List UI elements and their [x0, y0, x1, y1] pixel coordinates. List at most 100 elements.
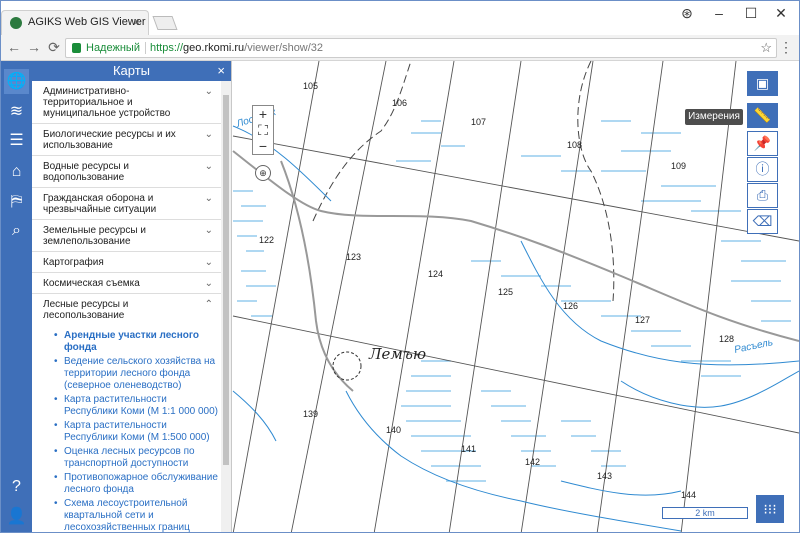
url-path: /viewer/show/32 [244, 42, 324, 54]
quarter-number: 128 [719, 334, 735, 344]
category-label: Космическая съемка [43, 278, 140, 289]
right-toolbar: ▣ 📏 📌 ⓘ ⎙ ⌫ [747, 71, 778, 234]
bookmark-tag-icon[interactable]: ⌂ [4, 159, 29, 184]
basemap-grid-button[interactable]: ⁝⁝⁝ [756, 495, 784, 523]
bookmark-star-icon[interactable]: ☆ [760, 40, 772, 56]
category-label: Земельные ресурсы и землепользование [43, 225, 146, 247]
chevron-down-icon: ⌄ [204, 129, 213, 140]
fullscreen-button[interactable]: ⛶ [253, 122, 273, 138]
eraser-icon[interactable]: ⌫ [747, 209, 778, 234]
quarter-number: 144 [681, 490, 697, 500]
panel-title-text: Карты [112, 63, 151, 78]
locate-button[interactable]: ⊕ [255, 165, 271, 181]
category-item[interactable]: Гражданская оборона и чрезвычайные ситуа… [32, 188, 221, 220]
chevron-down-icon: ⌄ [204, 161, 213, 172]
settlement-marker [332, 351, 362, 381]
quarter-number: 124 [428, 269, 444, 279]
category-item[interactable]: Биологические ресурсы и их использование… [32, 124, 221, 156]
place-label: Лемъю [369, 345, 427, 363]
layers-icon[interactable]: ≋ [4, 99, 29, 124]
panel-scrollbar[interactable] [221, 81, 231, 532]
browser-menu-icon[interactable]: ⋮ [779, 39, 793, 56]
url-scheme: https:// [150, 42, 184, 54]
category-label: Лесные ресурсы и лесопользование [43, 299, 129, 321]
category-item[interactable]: Картография ⌄ [32, 252, 221, 273]
quarter-number: 143 [597, 471, 613, 481]
chevron-down-icon: ⌄ [204, 278, 213, 289]
category-label: Картография [43, 257, 104, 268]
zoom-out-button[interactable]: − [253, 138, 273, 154]
search-icon[interactable]: ⌕ [4, 218, 29, 243]
toolbox-icon[interactable]: ▣ [747, 71, 778, 96]
category-item[interactable]: Водные ресурсы и водопользование ⌄ [32, 156, 221, 188]
quarter-number: 141 [461, 444, 477, 454]
info-icon[interactable]: ⓘ [747, 157, 778, 182]
category-item[interactable]: Земельные ресурсы и землепользование ⌄ [32, 220, 221, 252]
quarter-grid-lines [232, 61, 799, 532]
back-button[interactable]: ← [5, 39, 23, 55]
zoom-in-button[interactable]: + [253, 106, 273, 122]
browser-window: AGIKS Web GIS Viewer × ⊛ – ☐ ✕ ← → ⟳ Над… [0, 0, 800, 533]
scale-bar: 2 km [662, 507, 748, 519]
browser-tab[interactable]: AGIKS Web GIS Viewer × [1, 10, 149, 35]
maximize-button[interactable]: ☐ [741, 5, 761, 22]
quarter-number: 125 [498, 287, 514, 297]
url-host: geo.rkomi.ru [183, 42, 245, 54]
category-label: Биологические ресурсы и их использование [43, 129, 176, 151]
quarter-number: 127 [635, 315, 651, 325]
layer-link[interactable]: Противопожарное обслуживание лесного фон… [54, 472, 221, 496]
layer-link[interactable]: Карта растительности Республики Коми (М … [54, 420, 221, 444]
globe-icon[interactable]: 🌐 [4, 69, 29, 94]
quarter-number: 122 [259, 235, 275, 245]
title-bar: AGIKS Web GIS Viewer × ⊛ – ☐ ✕ [1, 1, 799, 35]
close-window-button[interactable]: ✕ [771, 5, 791, 22]
help-icon[interactable]: ? [4, 474, 29, 499]
quarter-number: 109 [671, 161, 687, 171]
print-icon[interactable]: ⎙ [747, 183, 778, 208]
quarter-number: 139 [303, 409, 319, 419]
quarter-number: 108 [567, 140, 583, 150]
layer-link[interactable]: Ведение сельского хозяйства на территори… [54, 356, 221, 392]
layer-link[interactable]: Карта растительности Республики Коми (М … [54, 394, 221, 418]
category-item-expanded[interactable]: Лесные ресурсы и лесопользование ⌃ [32, 294, 221, 325]
minimize-button[interactable]: – [709, 5, 729, 21]
profile-icon[interactable]: ⊛ [677, 5, 697, 22]
address-bar[interactable]: Надежный https://geo.rkomi.ru/viewer/sho… [65, 38, 777, 58]
chevron-down-icon: ⌄ [204, 257, 213, 268]
category-item[interactable]: Административно-территориальное и муници… [32, 81, 221, 124]
category-label: Водные ресурсы и водопользование [43, 161, 130, 183]
reload-button[interactable]: ⟳ [45, 39, 63, 56]
lock-icon [72, 43, 81, 53]
secure-label: Надежный [86, 42, 140, 54]
category-item[interactable]: Космическая съемка ⌄ [32, 273, 221, 294]
address-toolbar: ← → ⟳ Надежный https://geo.rkomi.ru/view… [1, 35, 799, 61]
layer-link[interactable]: Арендные участки лесного фонда [54, 330, 221, 354]
quarter-number: 107 [471, 117, 487, 127]
route-icon[interactable]: ⛿ [4, 189, 29, 214]
tab-close-icon[interactable]: × [133, 15, 140, 29]
category-label: Гражданская оборона и чрезвычайные ситуа… [43, 193, 157, 215]
measure-ruler-icon[interactable]: 📏 [747, 103, 778, 128]
quarter-number: 106 [392, 98, 408, 108]
forward-button[interactable]: → [25, 39, 43, 55]
pin-icon[interactable]: 📌 [747, 131, 778, 156]
layer-link[interactable]: Оценка лесных ресурсов по транспортной д… [54, 446, 221, 470]
chevron-down-icon: ⌄ [204, 86, 213, 97]
scrollbar-thumb[interactable] [223, 95, 229, 465]
left-toolbar: 🌐 ≋ ☰ ⌂ ⛿ ⌕ ? 👤 [1, 61, 32, 532]
user-icon[interactable]: 👤 [4, 504, 29, 529]
maps-panel: Карты × Административно-территориальное … [32, 61, 232, 532]
category-list: Административно-территориальное и муници… [32, 81, 221, 532]
site-favicon-icon [10, 17, 22, 29]
list-icon[interactable]: ☰ [4, 128, 29, 153]
panel-close-icon[interactable]: × [217, 61, 225, 81]
panel-title: Карты × [32, 61, 231, 81]
map-view[interactable]: 105 106 107 108 109 122 123 124 125 126 … [1, 61, 799, 532]
boundary-line [312, 61, 615, 302]
chevron-down-icon: ⌄ [204, 193, 213, 204]
new-tab-button[interactable] [152, 16, 178, 30]
layer-link[interactable]: Схема лесоустроительной квартальной сети… [54, 498, 221, 532]
quarter-number: 126 [563, 301, 579, 311]
chevron-up-icon: ⌃ [204, 299, 213, 310]
url-text: https://geo.rkomi.ru/viewer/show/32 [150, 42, 323, 54]
